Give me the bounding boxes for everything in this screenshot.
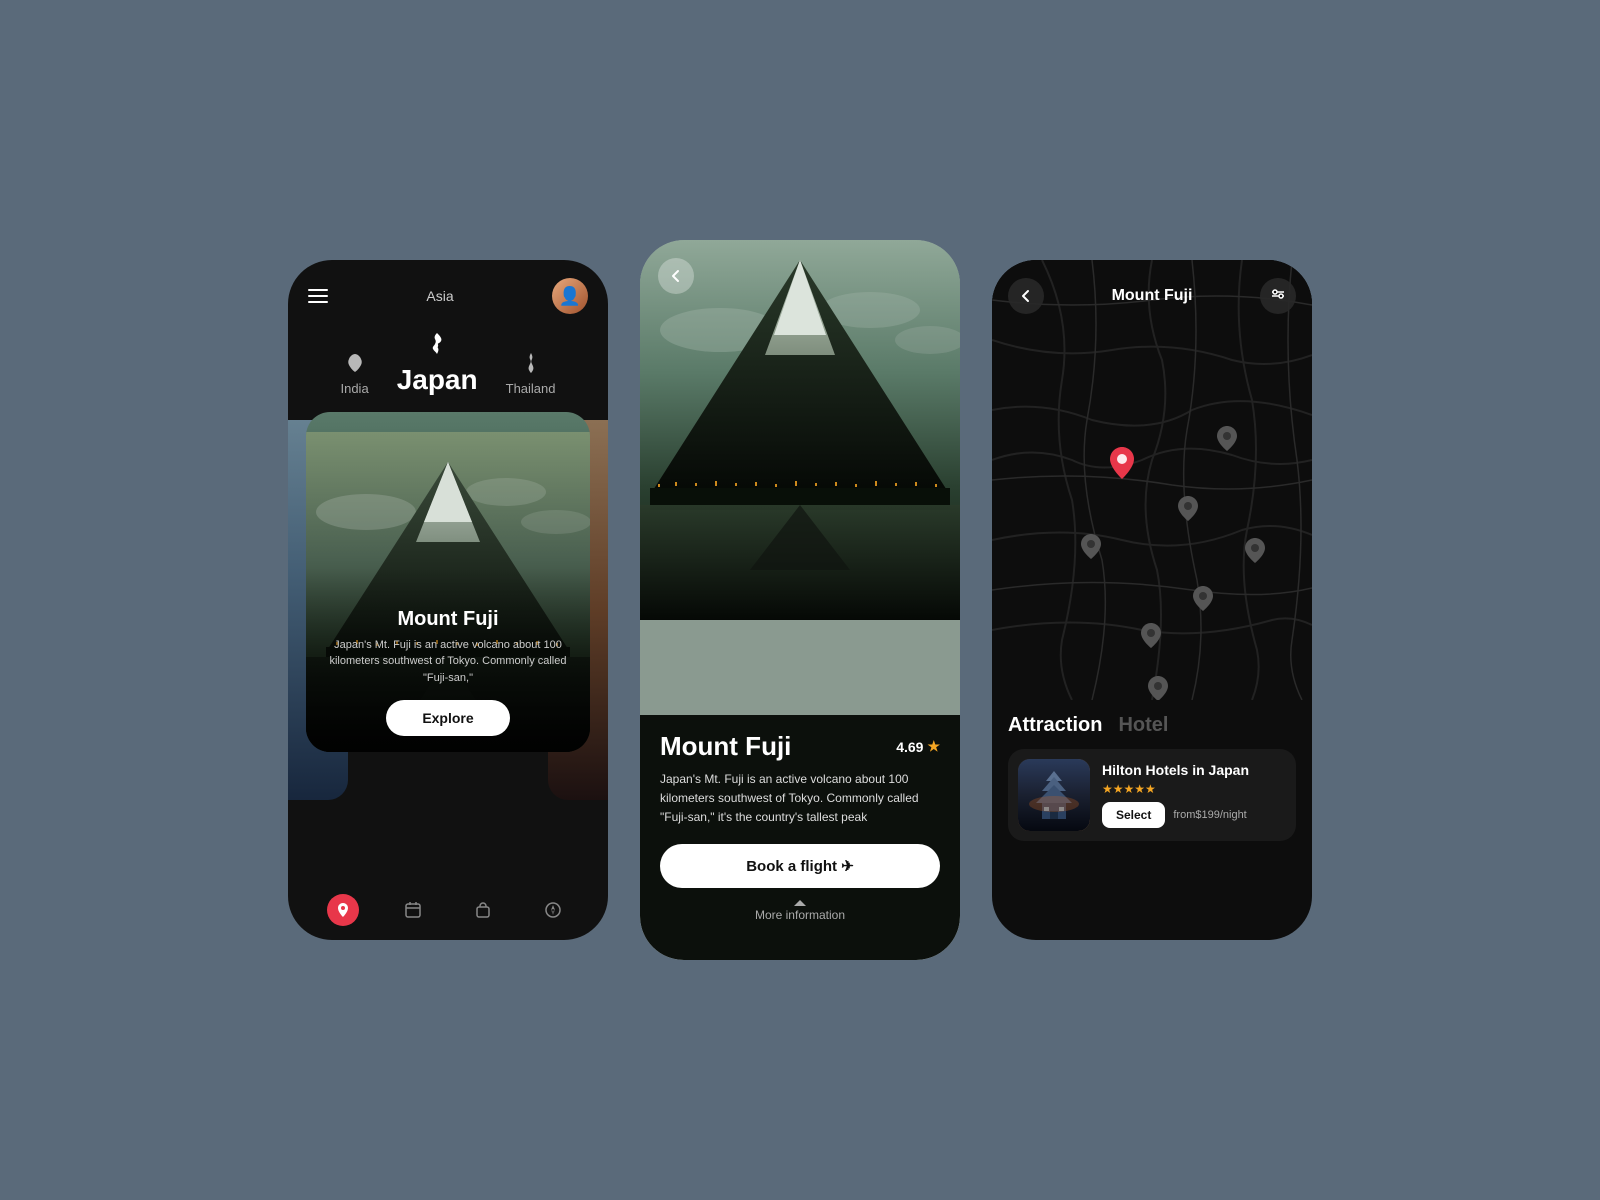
pin-3[interactable]: [1216, 425, 1238, 456]
nav-bag[interactable]: [467, 894, 499, 926]
hotel-image: [1018, 759, 1090, 831]
hamburger-icon[interactable]: [308, 289, 328, 303]
bottom-nav: [288, 880, 608, 940]
hotel-card: Hilton Hotels in Japan ★★★★★ Select from…: [1008, 749, 1296, 841]
p2-inner: Mount Fuji 4.69 ★ Japan's Mt. Fuji is an…: [640, 240, 960, 960]
nav-location[interactable]: [327, 894, 359, 926]
card-title: Mount Fuji: [322, 608, 574, 631]
japan-icon: [425, 332, 449, 360]
screens-container: Asia 👤 India Japan: [288, 240, 1312, 960]
book-flight-button[interactable]: Book a flight ✈: [660, 844, 940, 888]
p2-description: Japan's Mt. Fuji is an active volcano ab…: [660, 770, 940, 828]
india-label: India: [340, 381, 368, 396]
tab-attraction[interactable]: Attraction: [1008, 714, 1102, 737]
map-area: [992, 260, 1312, 700]
hotel-stars: ★★★★★: [1102, 782, 1286, 796]
p3-filter-button[interactable]: [1260, 278, 1296, 314]
card-description: Japan's Mt. Fuji is an active volcano ab…: [322, 637, 574, 687]
explore-button[interactable]: Explore: [386, 700, 509, 736]
attraction-tabs: Attraction Hotel: [1008, 714, 1296, 737]
p3-bottom: Attraction Hotel: [992, 700, 1312, 855]
thailand-label: Thailand: [506, 381, 556, 396]
hotel-price: from$199/night: [1173, 809, 1246, 821]
tab-hotel[interactable]: Hotel: [1118, 714, 1168, 737]
pin-6[interactable]: [1140, 622, 1162, 653]
pin-1[interactable]: [1177, 495, 1199, 526]
chevron-up-icon: [794, 900, 806, 906]
pin-2[interactable]: [1080, 533, 1102, 564]
phone-1: Asia 👤 India Japan: [288, 260, 608, 940]
pin-4[interactable]: [1244, 537, 1266, 568]
country-selector: India Japan Thailand: [288, 324, 608, 408]
nav-compass[interactable]: [537, 894, 569, 926]
hotel-name: Hilton Hotels in Japan: [1102, 762, 1286, 778]
p2-rating: 4.69 ★: [896, 738, 940, 755]
main-pin[interactable]: [1107, 445, 1137, 486]
p3-title: Mount Fuji: [1112, 287, 1193, 305]
thailand-icon: [519, 349, 543, 377]
p2-title-row: Mount Fuji 4.69 ★: [660, 731, 940, 762]
phone-3: Mount Fuji Attraction Hotel: [992, 260, 1312, 940]
nav-calendar[interactable]: [397, 894, 429, 926]
hotel-actions: Select from$199/night: [1102, 802, 1286, 828]
p3-back-button[interactable]: [1008, 278, 1044, 314]
country-india[interactable]: India: [340, 349, 368, 396]
p2-hero: [640, 240, 960, 620]
main-card: Mount Fuji Japan's Mt. Fuji is an active…: [306, 412, 590, 752]
pin-5[interactable]: [1192, 585, 1214, 616]
p2-title: Mount Fuji: [660, 731, 791, 762]
hotel-info: Hilton Hotels in Japan ★★★★★ Select from…: [1102, 762, 1286, 828]
india-icon: [343, 349, 367, 377]
japan-label: Japan: [397, 364, 478, 396]
avatar[interactable]: 👤: [552, 278, 588, 314]
p2-back-button[interactable]: [658, 258, 694, 294]
country-thailand[interactable]: Thailand: [506, 349, 556, 396]
country-japan[interactable]: Japan: [397, 332, 478, 396]
region-label: Asia: [426, 288, 453, 304]
card-bottom: Mount Fuji Japan's Mt. Fuji is an active…: [306, 568, 590, 753]
p3-header: Mount Fuji: [992, 260, 1312, 314]
more-information[interactable]: More information: [660, 900, 940, 922]
pin-7[interactable]: [1147, 675, 1169, 700]
phone-2: Mount Fuji 4.69 ★ Japan's Mt. Fuji is an…: [640, 240, 960, 960]
p1-header: Asia 👤: [288, 260, 608, 324]
select-button[interactable]: Select: [1102, 802, 1165, 828]
star-icon: ★: [927, 738, 940, 755]
